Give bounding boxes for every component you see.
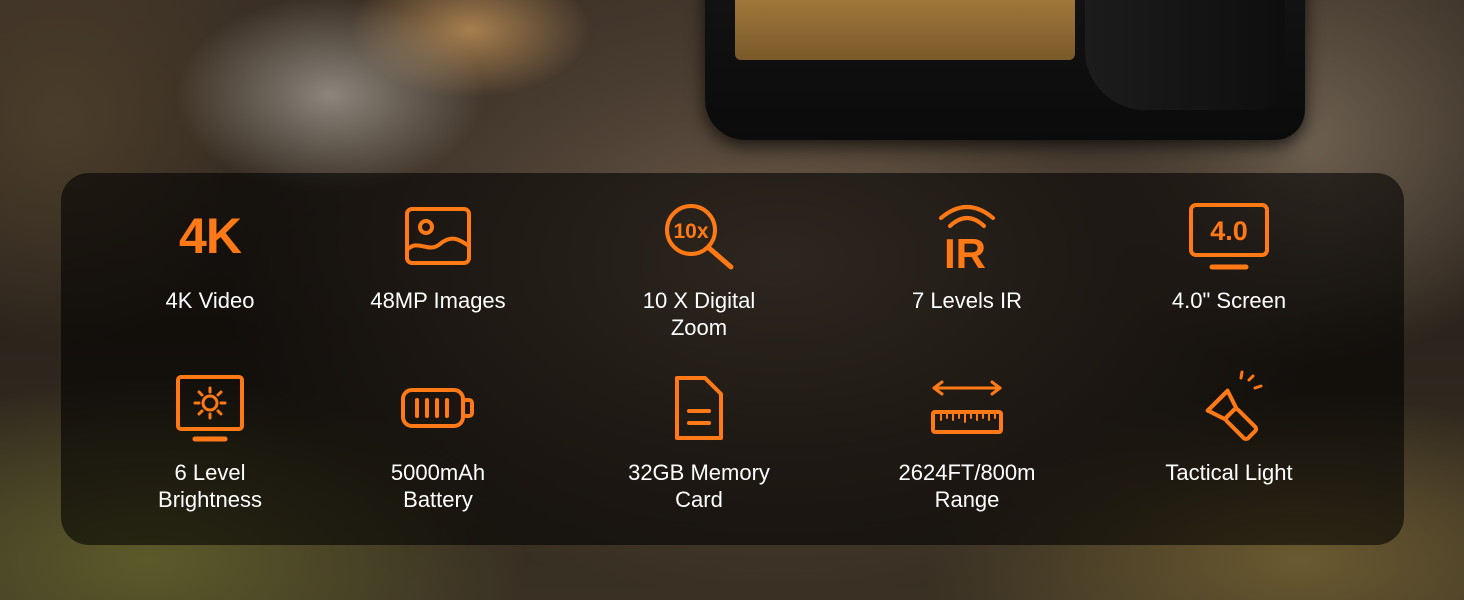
feature-tactical-light: Tactical Light [1129, 370, 1329, 486]
svg-text:10x: 10x [673, 220, 708, 243]
feature-label: 6 Level Brightness [158, 460, 262, 512]
features-panel: 4K 4K Video 48MP Images 10x 10 X Digital… [61, 173, 1404, 545]
feature-label: 5000mAh Battery [390, 460, 486, 512]
flashlight-icon [1174, 370, 1284, 444]
battery-icon [383, 372, 493, 444]
brightness-monitor-icon [155, 372, 265, 444]
svg-text:4.0: 4.0 [1210, 216, 1248, 246]
device-photo [705, 0, 1305, 140]
feature-ir-levels: IR 7 Levels IR [867, 200, 1067, 314]
feature-label: 4.0" Screen [1171, 288, 1287, 313]
device-screen [735, 0, 1075, 60]
feature-label: 2624FT/800m Range [898, 460, 1036, 512]
feature-battery: 5000mAh Battery [338, 372, 538, 513]
feature-label: 10 X Digital Zoom [642, 288, 756, 340]
memory-card-icon [644, 372, 754, 444]
feature-label: 7 Levels IR [911, 288, 1023, 313]
feature-48mp-images: 48MP Images [338, 200, 538, 314]
feature-range: 2624FT/800m Range [867, 372, 1067, 513]
svg-text:IR: IR [944, 230, 986, 277]
feature-label: 4K Video [165, 288, 255, 313]
feature-label: 48MP Images [370, 288, 506, 313]
monitor-screen-icon: 4.0 [1174, 200, 1284, 272]
zoom-magnifier-icon: 10x [644, 200, 754, 272]
feature-screen-size: 4.0 4.0" Screen [1129, 200, 1329, 314]
range-ruler-icon [912, 372, 1022, 444]
feature-digital-zoom: 10x 10 X Digital Zoom [599, 200, 799, 341]
device-body [1085, 0, 1285, 110]
feature-brightness: 6 Level Brightness [110, 372, 310, 513]
image-icon [383, 200, 493, 272]
feature-label: Tactical Light [1165, 460, 1293, 485]
feature-memory-card: 32GB Memory Card [599, 372, 799, 513]
feature-4k-video: 4K 4K Video [110, 200, 310, 314]
feature-label: 32GB Memory Card [628, 460, 770, 512]
infrared-signal-icon: IR [912, 200, 1022, 277]
4k-text-icon: 4K [179, 208, 242, 264]
